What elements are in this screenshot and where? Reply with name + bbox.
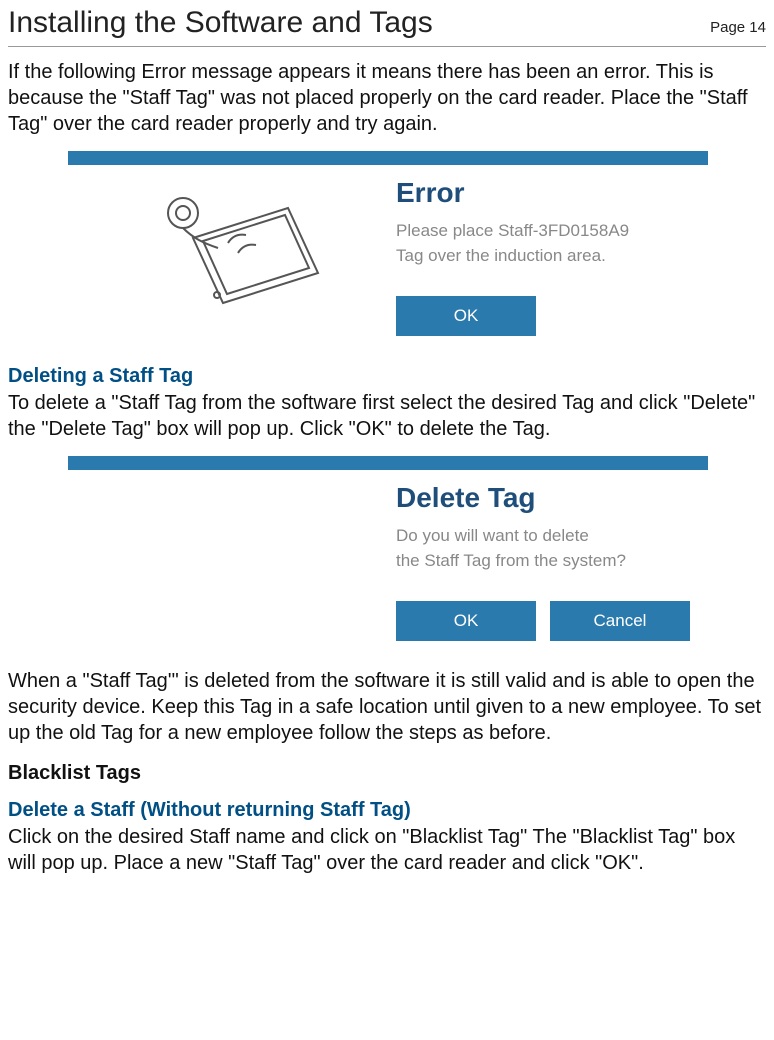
delete-dialog-message: Do you will want to delete the Staff Tag…	[396, 524, 708, 573]
error-dialog-figure: Error Please place Staff-3FD0158A9 Tag o…	[68, 151, 708, 355]
blacklist-paragraph: Click on the desired Staff name and clic…	[8, 824, 766, 876]
error-msg-line2: Tag over the induction area.	[396, 246, 606, 265]
error-msg-line1: Please place Staff-3FD0158A9	[396, 221, 629, 240]
dialog-titlebar	[68, 456, 708, 470]
deleting-paragraph: To delete a "Staff Tag from the software…	[8, 390, 766, 442]
delete-msg-line1: Do you will want to delete	[396, 526, 589, 545]
page-title: Installing the Software and Tags	[8, 6, 433, 40]
intro-paragraph: If the following Error message appears i…	[8, 59, 766, 137]
page-number: Page 14	[710, 19, 766, 36]
heading-blacklist: Blacklist Tags	[8, 762, 766, 785]
delete-dialog-figure: Delete Tag Do you will want to delete th…	[68, 456, 708, 660]
error-dialog-message: Please place Staff-3FD0158A9 Tag over th…	[396, 219, 708, 268]
after-delete-paragraph: When a "Staff Tag'" is deleted from the …	[8, 668, 766, 746]
delete-msg-line2: the Staff Tag from the system?	[396, 551, 626, 570]
delete-cancel-button[interactable]: Cancel	[550, 601, 690, 641]
heading-delete-without: Delete a Staff (Without returning Staff …	[8, 799, 766, 822]
phone-tag-illustration	[68, 165, 388, 355]
heading-deleting: Deleting a Staff Tag	[8, 365, 766, 388]
page-header: Installing the Software and Tags Page 14	[8, 0, 766, 47]
delete-dialog-title: Delete Tag	[396, 482, 708, 514]
error-ok-button[interactable]: OK	[396, 296, 536, 336]
dialog-titlebar	[68, 151, 708, 165]
error-dialog-title: Error	[396, 177, 708, 209]
delete-ok-button[interactable]: OK	[396, 601, 536, 641]
dialog-left-blank	[68, 470, 388, 660]
